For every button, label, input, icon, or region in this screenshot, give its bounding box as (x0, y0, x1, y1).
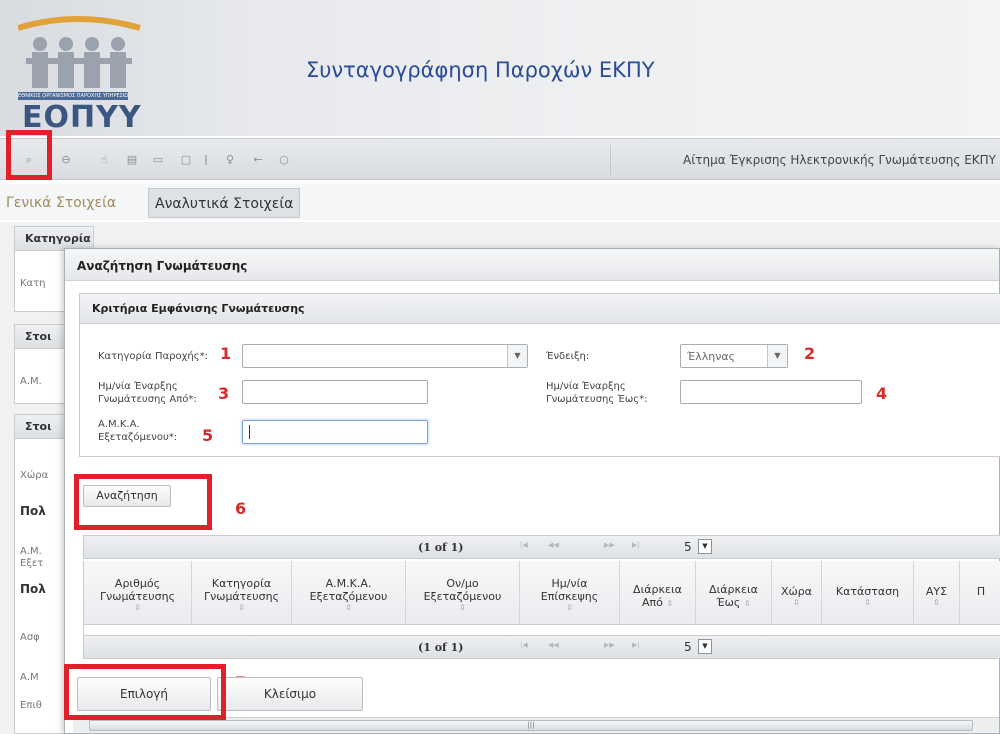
power-icon[interactable]: ○ (276, 152, 292, 168)
sort-icon: ⇳ (743, 599, 751, 608)
results-table-body (83, 625, 1000, 635)
results-table-header: Αριθμός Γνωμάτευσης ⇳ Κατηγορία Γνωμάτευσης… (83, 561, 1000, 625)
tab-details[interactable]: Αναλυτικά Στοιχεία (148, 188, 301, 218)
date-to-input[interactable] (680, 380, 862, 404)
background-label: Πολ (20, 504, 46, 518)
page-size-value: 5 (684, 640, 692, 654)
chevron-down-icon[interactable]: ▼ (767, 345, 787, 367)
prev-page-icon[interactable]: ◀◀ (548, 541, 559, 549)
text-cursor (249, 425, 250, 439)
indication-value: Έλληνας (687, 350, 736, 363)
last-page-icon[interactable]: ▶| (632, 541, 640, 549)
grid-pager-bottom: (1 of 1) |◀ ◀◀ ▶▶ ▶| 5 ▼ (83, 635, 1000, 659)
tab-bar: Γενικά Στοιχεία Αναλυτικά Στοιχεία (0, 184, 1000, 220)
amka-input[interactable] (242, 420, 428, 444)
background-label: Εξετ (20, 558, 44, 569)
highlight-box-search-icon (6, 130, 52, 180)
date-from-input[interactable] (242, 380, 428, 404)
highlight-box-search-button (74, 474, 212, 530)
column-header[interactable]: Χώρα ⇳ (772, 561, 822, 625)
close-button[interactable]: Κλείσιμο (217, 677, 363, 711)
amka-label: Α.Μ.Κ.Α. Εξεταζόμενου*: (98, 419, 178, 443)
background-label: Πολ (20, 582, 46, 596)
indication-label: Ένδειξη: (546, 351, 590, 362)
cancel-icon[interactable]: ⊖ (58, 152, 74, 168)
category-select[interactable]: ▼ (242, 344, 528, 368)
column-header[interactable]: Αριθμός Γνωμάτευσης ⇳ (84, 561, 192, 625)
sort-icon: ⇳ (793, 598, 800, 607)
next-page-icon[interactable]: ▶▶ (604, 541, 615, 549)
column-header[interactable]: ΑΥΣ ⇳ (914, 561, 960, 625)
background-label: Α.Μ. (20, 546, 42, 557)
pager-status: (1 of 1) (418, 641, 464, 654)
sort-icon: ⇳ (666, 599, 674, 608)
column-header[interactable]: Κατάσταση ⇳ (822, 561, 914, 625)
background-label: Επιθ (20, 700, 42, 711)
back-arrow-icon[interactable]: ← (250, 152, 266, 168)
hand-icon[interactable]: ☝ (96, 152, 112, 168)
page-size-dropdown[interactable]: ▼ (698, 539, 712, 554)
toolbar-divider (610, 145, 611, 175)
date-from-label: Ημ/νία Έναρξης Γνωμάτευσης Από*: (98, 381, 197, 405)
dialog-title: Αναζήτηση Γνωμάτευσης (65, 249, 999, 281)
column-header[interactable]: Κατηγορία Γνωμάτευσης ⇳ (192, 561, 292, 625)
page-size-dropdown[interactable]: ▼ (698, 639, 712, 654)
chevron-down-icon[interactable]: ▼ (507, 345, 527, 367)
criteria-panel: Κριτήρια Εμφάνισης Γνωμάτευσης Κατηγορία… (79, 293, 1000, 457)
date-to-label: Ημ/νία Έναρξης Γνωμάτευσης Έως*: (546, 381, 648, 405)
background-label: Χώρα (20, 470, 49, 481)
column-header[interactable]: Διάρκεια Από ⇳ (620, 561, 696, 625)
sort-icon: ⇳ (864, 598, 871, 607)
app-title: Συνταγογράφηση Παροχών ΕΚΠΥ (306, 58, 655, 82)
column-header[interactable]: Α.Μ.Κ.Α. Εξεταζόμενου ⇳ (292, 561, 406, 625)
scrollbar-thumb[interactable]: ||| (89, 720, 973, 731)
indication-select[interactable]: Έλληνας ▼ (680, 344, 788, 368)
sort-icon: ⇳ (345, 603, 352, 612)
print-icon[interactable]: ▭ (150, 152, 166, 168)
column-header[interactable]: Π (960, 561, 1000, 625)
highlight-box-select-button (64, 664, 226, 720)
eopyy-logo: ΕΘΝΙΚΟΣ ΟΡΓΑΝΙΣΜΟΣ ΠΑΡΟΧΗΣ ΥΠΗΡΕΣΙΩΝ ΥΓΕ… (17, 14, 158, 136)
annotation-4: 4 (876, 384, 888, 403)
last-page-icon[interactable]: ▶| (632, 641, 640, 649)
annotation-2: 2 (804, 344, 816, 363)
first-page-icon[interactable]: |◀ (520, 641, 528, 649)
annotation-5: 5 (202, 426, 214, 445)
grid-pager-top: (1 of 1) |◀ ◀◀ ▶▶ ▶| 5 ▼ (83, 535, 1000, 559)
next-page-icon[interactable]: ▶▶ (604, 641, 615, 649)
background-label: Α.Μ. (20, 376, 42, 387)
family-logo-icon (17, 16, 141, 88)
sort-icon: ⇳ (933, 598, 940, 607)
pin-icon[interactable]: ♀ (222, 152, 238, 168)
annotation-1: 1 (220, 344, 232, 363)
annotation-3: 3 (218, 384, 230, 403)
background-label: Α.Μ (20, 672, 39, 683)
page-size-value: 5 (684, 540, 692, 554)
first-page-icon[interactable]: |◀ (520, 541, 528, 549)
background-label: Ασφ (20, 632, 40, 643)
column-header[interactable]: Ον/μο Εξεταζόμενου ⇳ (406, 561, 520, 625)
sort-icon: ⇳ (459, 603, 466, 612)
prev-page-icon[interactable]: ◀◀ (548, 641, 559, 649)
category-label: Κατηγορία Παροχής*: (98, 351, 208, 362)
toolbar: ⌕ ⊖ ☝ ▤ ▭ ▢ ǀ ♀ ← ○ Αίτημα Έγκρισης Ηλεκ… (0, 138, 1000, 180)
sort-icon: ⇳ (238, 603, 245, 612)
toolbar-page-title: Αίτημα Έγκρισης Ηλεκτρονικής Γνωμάτευσης… (682, 153, 996, 167)
column-header[interactable]: Διάρκεια Έως ⇳ (696, 561, 772, 625)
app-header: ΕΘΝΙΚΟΣ ΟΡΓΑΝΙΣΜΟΣ ΠΑΡΟΧΗΣ ΥΠΗΡΕΣΙΩΝ ΥΓΕ… (0, 0, 1000, 136)
sort-icon: ⇳ (134, 603, 141, 612)
pager-status: (1 of 1) (418, 541, 464, 554)
annotation-6: 6 (235, 499, 247, 518)
separator-icon: ǀ (204, 153, 208, 166)
trash-icon[interactable]: ▤ (124, 152, 140, 168)
criteria-title: Κριτήρια Εμφάνισης Γνωμάτευσης (80, 294, 1000, 324)
background-label: Κατη (20, 278, 46, 289)
tab-general[interactable]: Γενικά Στοιχεία (0, 188, 122, 218)
document-icon[interactable]: ▢ (178, 152, 194, 168)
sort-icon: ⇳ (566, 603, 573, 612)
logo-subtitle: ΕΘΝΙΚΟΣ ΟΡΓΑΝΙΣΜΟΣ ΠΑΡΟΧΗΣ ΥΠΗΡΕΣΙΩΝ ΥΓΕ… (18, 92, 128, 100)
column-header[interactable]: Ημ/νία Επίσκεψης ⇳ (520, 561, 620, 625)
